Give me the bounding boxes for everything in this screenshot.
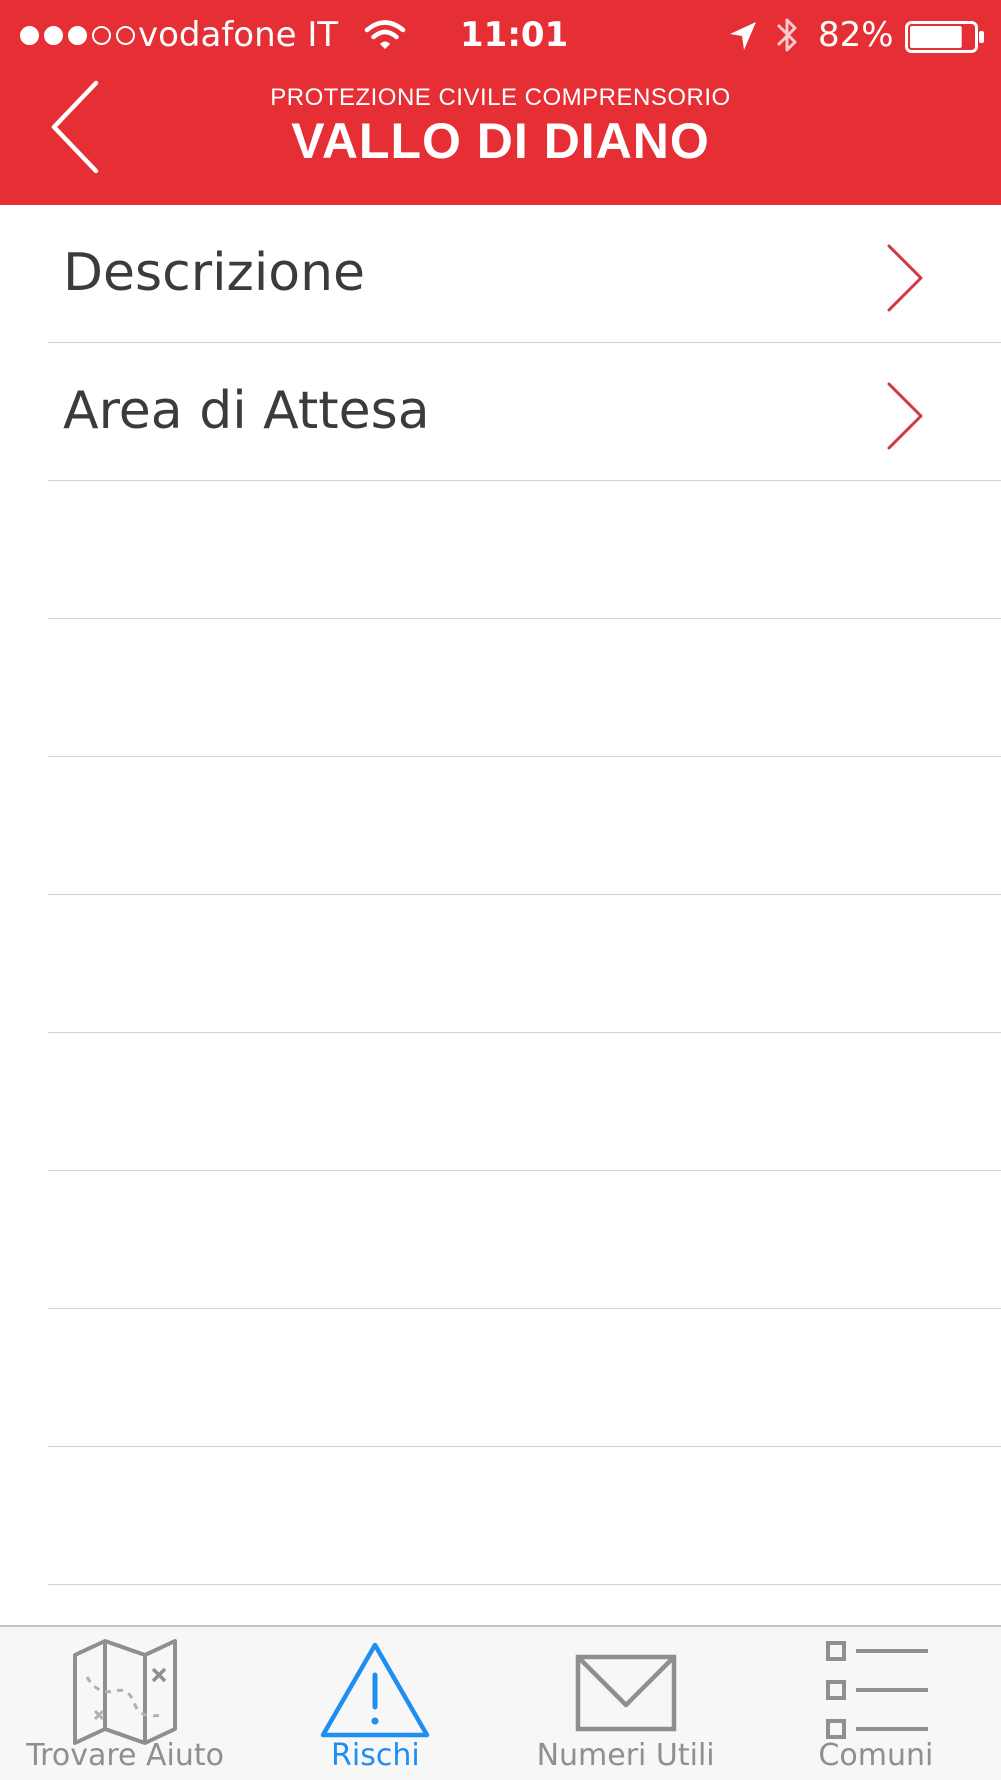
header-title: VALLO DI DIANO bbox=[291, 113, 710, 169]
chevron-right-icon bbox=[887, 382, 923, 450]
tab-comuni[interactable]: Comuni bbox=[751, 1627, 1001, 1780]
battery-percent: 82% bbox=[818, 15, 894, 55]
empty-row bbox=[48, 1447, 1001, 1585]
signal-strength-icon bbox=[20, 26, 135, 45]
location-arrow-icon bbox=[730, 22, 756, 50]
empty-row bbox=[48, 619, 1001, 757]
list-item-area-di-attesa[interactable]: Area di Attesa bbox=[48, 343, 1001, 481]
tab-label: Numeri Utili bbox=[536, 1738, 715, 1773]
bluetooth-icon bbox=[776, 18, 797, 52]
tab-trovare-aiuto[interactable]: Trovare Aiuto bbox=[0, 1627, 250, 1780]
header-subtitle: PROTEZIONE CIVILE COMPRENSORIO bbox=[270, 84, 731, 111]
empty-row bbox=[48, 1033, 1001, 1171]
status-bar: vodafone IT 11:01 82% bbox=[0, 0, 1001, 72]
list-item-label: Area di Attesa bbox=[63, 381, 430, 441]
menu-list: Descrizione Area di Attesa bbox=[0, 205, 1001, 1625]
empty-row bbox=[48, 481, 1001, 619]
empty-row bbox=[48, 1309, 1001, 1447]
envelope-icon bbox=[575, 1654, 676, 1732]
list-item-descrizione[interactable]: Descrizione bbox=[48, 205, 1001, 343]
header: vodafone IT 11:01 82% PROTEZIONE CIVILE … bbox=[0, 0, 1001, 205]
warning-icon bbox=[321, 1642, 430, 1738]
wifi-icon bbox=[364, 20, 406, 49]
chevron-right-icon bbox=[887, 244, 923, 312]
map-icon bbox=[73, 1639, 178, 1745]
empty-row bbox=[48, 1171, 1001, 1309]
tab-label: Rischi bbox=[331, 1738, 420, 1773]
status-time: 11:01 bbox=[460, 15, 569, 55]
tab-bar: Trovare Aiuto Rischi Numeri Utili Comuni bbox=[0, 1625, 1001, 1780]
carrier-name: vodafone IT bbox=[138, 15, 339, 55]
empty-row bbox=[48, 895, 1001, 1033]
empty-row bbox=[48, 757, 1001, 895]
tab-label: Comuni bbox=[818, 1738, 934, 1773]
tab-label: Trovare Aiuto bbox=[26, 1738, 224, 1773]
navigation-bar: PROTEZIONE CIVILE COMPRENSORIO VALLO DI … bbox=[0, 72, 1001, 205]
battery-icon bbox=[905, 21, 984, 53]
list-item-label: Descrizione bbox=[63, 243, 366, 303]
tab-numeri-utili[interactable]: Numeri Utili bbox=[501, 1627, 751, 1780]
page-title: PROTEZIONE CIVILE COMPRENSORIO VALLO DI … bbox=[0, 84, 1001, 170]
app-screen: vodafone IT 11:01 82% PROTEZIONE CIVILE … bbox=[0, 0, 1001, 1780]
tab-rischi[interactable]: Rischi bbox=[250, 1627, 500, 1780]
list-icon bbox=[825, 1641, 928, 1739]
